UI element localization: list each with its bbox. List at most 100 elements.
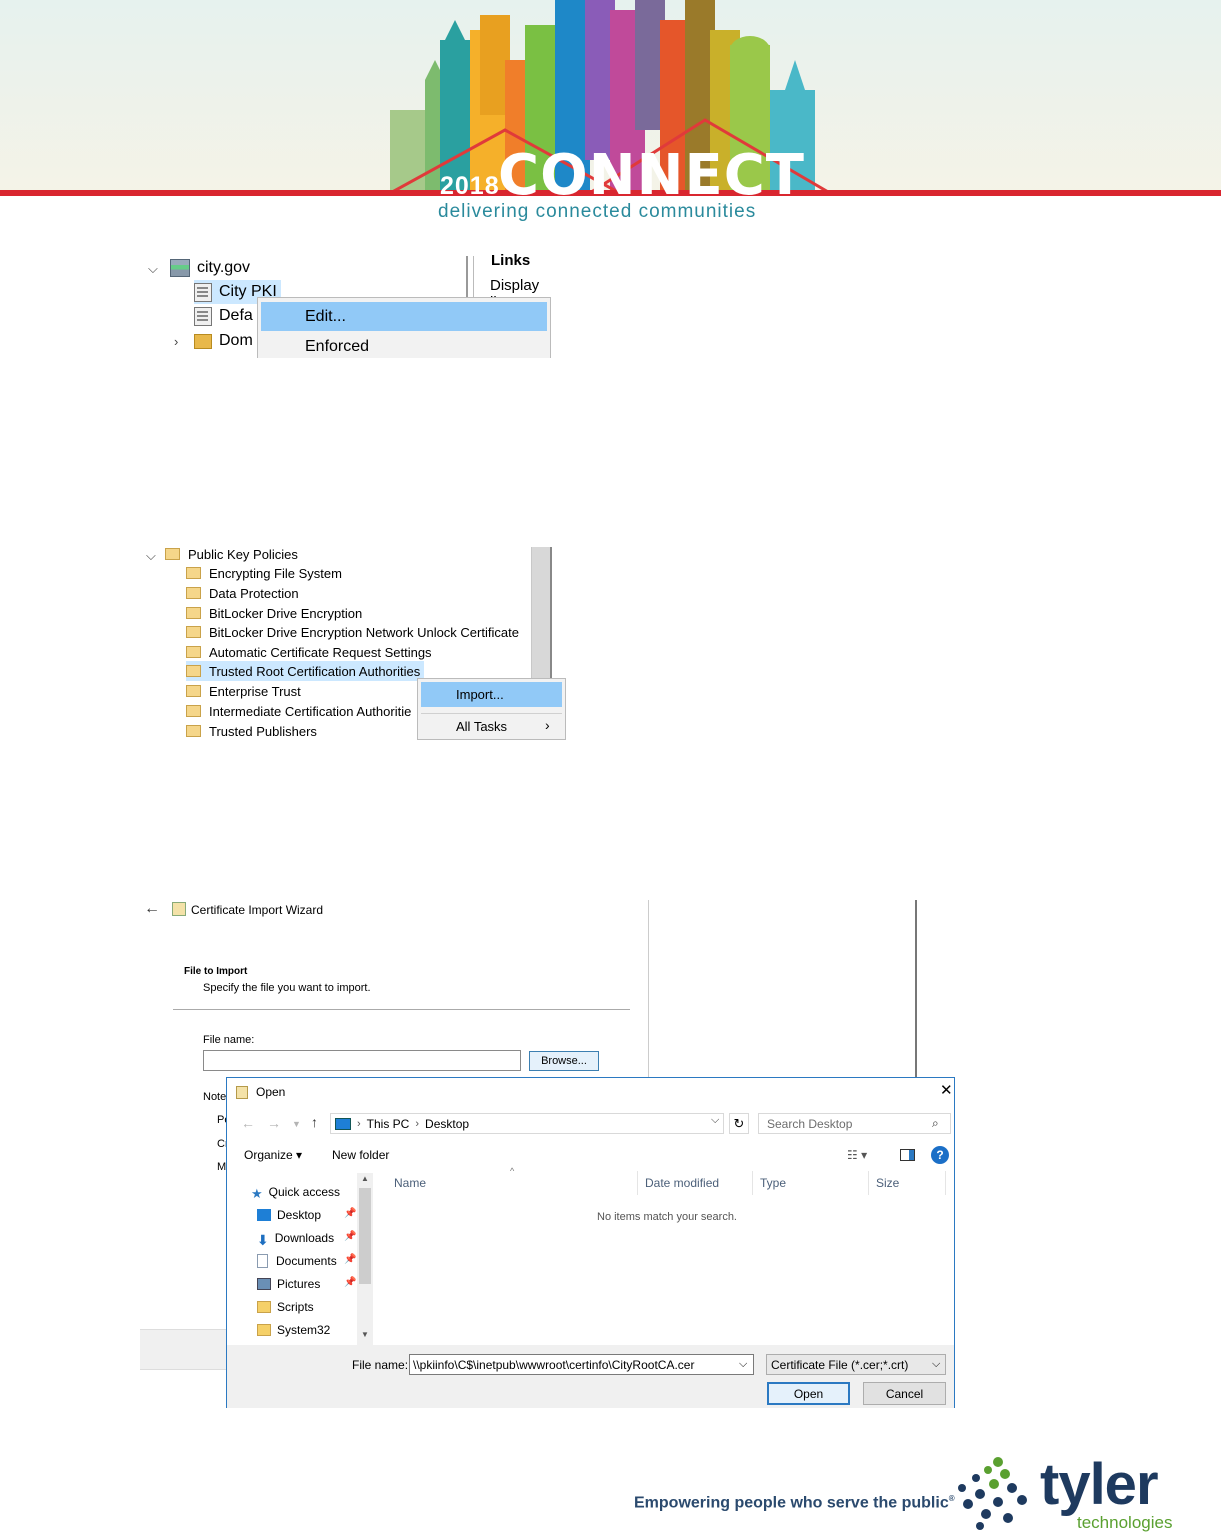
nav-item-system32[interactable]: System32 bbox=[257, 1320, 330, 1340]
pin-icon[interactable]: 📌 bbox=[344, 1208, 356, 1219]
address-bar[interactable]: › This PC › Desktop bbox=[330, 1113, 724, 1134]
tree-item-label: Public Key Policies bbox=[188, 546, 298, 562]
folder-icon bbox=[186, 607, 201, 619]
recent-chevron-icon[interactable]: ▼ bbox=[292, 1119, 301, 1129]
column-header-date-modified[interactable]: Date modified bbox=[645, 1176, 719, 1190]
breadcrumb-this-pc[interactable]: This PC bbox=[367, 1117, 410, 1131]
chevron-down-icon[interactable]: ⌵ bbox=[932, 1358, 940, 1371]
chevron-down-icon[interactable]: ⌵ bbox=[739, 1358, 747, 1371]
tree-item[interactable]: BitLocker Drive Encryption bbox=[186, 603, 362, 623]
tree-item[interactable]: Encrypting File System bbox=[186, 563, 342, 583]
nav-item-downloads[interactable]: ⬇ Downloads bbox=[257, 1228, 334, 1248]
column-divider[interactable] bbox=[637, 1171, 638, 1195]
chevron-right-icon: › bbox=[357, 1117, 361, 1130]
column-header-type[interactable]: Type bbox=[760, 1176, 786, 1190]
nav-item-desktop[interactable]: Desktop bbox=[257, 1205, 321, 1225]
footer-tagline: Empowering people who serve the public® bbox=[634, 1494, 955, 1512]
nav-item-scripts[interactable]: Scripts bbox=[257, 1297, 314, 1317]
folder-icon bbox=[257, 1324, 271, 1336]
forward-arrow-icon[interactable]: → bbox=[267, 1115, 281, 1131]
file-name-input[interactable] bbox=[203, 1050, 521, 1071]
menu-item-enforced[interactable]: Enforced bbox=[261, 332, 547, 358]
column-divider[interactable] bbox=[752, 1171, 753, 1195]
new-folder-button[interactable]: New folder bbox=[332, 1148, 389, 1162]
column-header-size[interactable]: Size bbox=[876, 1176, 899, 1190]
tree-item-label: Dom bbox=[219, 332, 253, 349]
preview-pane-icon[interactable] bbox=[900, 1149, 915, 1161]
search-input[interactable]: Search Desktop bbox=[758, 1113, 951, 1134]
note-label: Note bbox=[203, 1091, 227, 1103]
search-icon[interactable]: ⌕ bbox=[932, 1116, 939, 1131]
chevron-right-icon: › bbox=[415, 1117, 420, 1130]
column-divider[interactable] bbox=[868, 1171, 869, 1195]
back-arrow-icon[interactable]: ← bbox=[241, 1115, 255, 1131]
chevron-right-icon[interactable]: › bbox=[174, 334, 178, 349]
breadcrumb-desktop[interactable]: Desktop bbox=[425, 1117, 469, 1131]
vertical-scrollbar[interactable] bbox=[531, 547, 552, 683]
nav-item-label: Pictures bbox=[277, 1277, 321, 1291]
wizard-title: Certificate Import Wizard bbox=[191, 903, 324, 917]
back-arrow-icon[interactable]: ← bbox=[144, 900, 160, 918]
tree-item-label: Automatic Certificate Request Settings bbox=[209, 644, 432, 660]
tree-item-default[interactable]: Defa bbox=[194, 304, 253, 328]
open-button[interactable]: Open bbox=[767, 1382, 850, 1405]
gpo-icon bbox=[194, 306, 212, 326]
help-icon[interactable]: ? bbox=[931, 1146, 949, 1164]
browse-button[interactable]: Browse... bbox=[529, 1051, 599, 1071]
dialog-title: Open bbox=[256, 1085, 286, 1099]
close-icon[interactable]: ✕ bbox=[940, 1081, 953, 1099]
cancel-button[interactable]: Cancel bbox=[863, 1382, 946, 1405]
chevron-down-icon[interactable]: ⌵ bbox=[146, 548, 156, 564]
download-icon: ⬇ bbox=[257, 1232, 269, 1248]
nav-item-label: Documents bbox=[276, 1254, 337, 1268]
up-arrow-icon[interactable]: ↑ bbox=[311, 1114, 318, 1130]
nav-scrollbar-thumb[interactable] bbox=[359, 1188, 371, 1284]
file-type-select[interactable]: Certificate File (*.cer;*.crt) bbox=[766, 1354, 946, 1375]
divider bbox=[173, 1009, 630, 1010]
folder-icon bbox=[186, 646, 201, 658]
pin-icon[interactable]: 📌 bbox=[344, 1231, 356, 1242]
tree-item-public-key-policies[interactable]: Public Key Policies bbox=[165, 544, 298, 564]
column-header-name[interactable]: Name bbox=[394, 1176, 426, 1190]
scroll-down-icon[interactable]: ▼ bbox=[361, 1330, 369, 1339]
column-divider[interactable] bbox=[945, 1171, 946, 1195]
ou-icon bbox=[194, 333, 212, 349]
tyler-logo-dots-icon bbox=[958, 1457, 1027, 1530]
scroll-up-icon[interactable]: ▲ bbox=[361, 1174, 369, 1183]
nav-item-documents[interactable]: Documents bbox=[257, 1251, 337, 1271]
tree-item-label: Enterprise Trust bbox=[209, 683, 301, 699]
event-tagline: delivering connected communities bbox=[438, 201, 757, 222]
tree-item[interactable]: Trusted Publishers bbox=[186, 721, 317, 740]
folder-icon bbox=[186, 587, 201, 599]
menu-item-edit[interactable]: Edit... bbox=[261, 302, 547, 331]
menu-item-all-tasks[interactable]: All Tasks › bbox=[421, 714, 562, 739]
file-name-field[interactable]: \\pkiinfo\C$\inetpub\wwwroot\certinfo\Ci… bbox=[409, 1354, 754, 1375]
tree-item-domain-controllers[interactable]: Dom bbox=[194, 329, 253, 353]
nav-item-quick-access[interactable]: ★ Quick access bbox=[251, 1182, 340, 1202]
tree-item[interactable]: Enterprise Trust bbox=[186, 681, 301, 701]
nav-item-label: Downloads bbox=[274, 1231, 335, 1245]
tree-item[interactable]: Data Protection bbox=[186, 583, 299, 603]
pictures-icon bbox=[257, 1278, 271, 1290]
folder-icon bbox=[186, 665, 201, 677]
folder-icon bbox=[186, 685, 201, 697]
tree-item[interactable]: Intermediate Certification Authoritie bbox=[186, 701, 411, 721]
chevron-down-icon[interactable]: ⌵ bbox=[148, 261, 158, 277]
navigation-pane: ★ Quick access Desktop ⬇ Downloads Docum… bbox=[237, 1173, 372, 1345]
organize-button[interactable]: Organize ▾ bbox=[244, 1148, 302, 1162]
menu-item-import[interactable]: Import... bbox=[421, 682, 562, 707]
tree-item-trusted-root[interactable]: Trusted Root Certification Authorities bbox=[186, 661, 425, 681]
refresh-icon[interactable]: ↻ bbox=[729, 1113, 749, 1134]
view-options-icon[interactable]: ☷ ▾ bbox=[847, 1148, 867, 1162]
tree-item-label: Defa bbox=[219, 307, 253, 324]
desktop-icon bbox=[257, 1209, 271, 1221]
folder-icon bbox=[186, 725, 201, 737]
pin-icon[interactable]: 📌 bbox=[344, 1254, 356, 1265]
chevron-down-icon[interactable]: ⌵ bbox=[711, 1114, 719, 1127]
nav-item-pictures[interactable]: Pictures bbox=[257, 1274, 320, 1294]
note-text: M bbox=[217, 1161, 227, 1173]
tree-item[interactable]: Automatic Certificate Request Settings bbox=[186, 642, 432, 662]
pin-icon[interactable]: 📌 bbox=[344, 1277, 356, 1288]
tree-item[interactable]: BitLocker Drive Encryption Network Unloc… bbox=[186, 622, 519, 642]
tree-item-domain[interactable]: city.gov bbox=[170, 256, 250, 280]
